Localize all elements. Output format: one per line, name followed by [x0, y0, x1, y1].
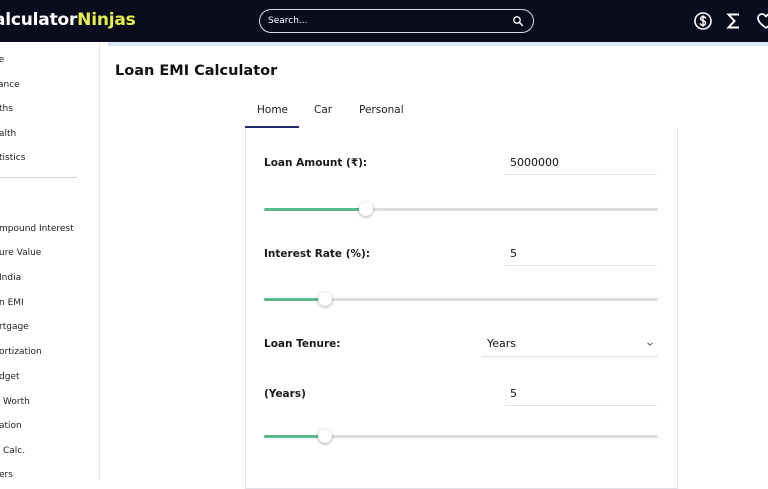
search-input[interactable]	[268, 13, 503, 29]
loan-amount-input[interactable]: 5000000	[505, 151, 657, 175]
sidebar-item[interactable]: Calc.	[3, 446, 25, 456]
interest-rate-label: Interest Rate (%):	[264, 248, 371, 260]
dollar-icon[interactable]	[693, 11, 713, 31]
interest-rate-input[interactable]: 5	[505, 242, 657, 266]
sidebar-item[interactable]: ortization	[0, 347, 42, 357]
sidebar-item[interactable]: rtgage	[0, 322, 29, 332]
sidebar-divider	[0, 177, 77, 178]
sidebar-item[interactable]: ers	[0, 470, 13, 480]
sidebar-item[interactable]: ation	[0, 421, 22, 431]
sidebar-item[interactable]: Worth	[3, 397, 30, 407]
sidebar-item[interactable]: me	[0, 55, 4, 65]
search-box[interactable]	[259, 9, 534, 33]
sidebar-item[interactable]: ance	[0, 80, 20, 90]
slider-fill	[264, 298, 326, 301]
loan-tenure-selected: Years	[487, 337, 517, 350]
loan-amount-slider[interactable]	[264, 202, 658, 216]
slider-thumb[interactable]	[318, 292, 333, 306]
interest-rate-slider[interactable]	[264, 292, 658, 306]
years-value: 5	[510, 387, 517, 400]
sidebar-item[interactable]: n EMI	[0, 298, 24, 308]
sidebar-item[interactable]: tistics	[0, 153, 25, 163]
sidebar-item[interactable]: ths	[0, 104, 13, 114]
app-header: alculatorNinjas	[0, 0, 768, 42]
logo-text: alculator	[0, 10, 78, 30]
loan-tenure-select[interactable]: Years	[482, 332, 658, 357]
heart-icon[interactable]	[756, 11, 768, 31]
years-label: (Years)	[264, 388, 306, 400]
sidebar-item[interactable]: India	[0, 273, 21, 283]
sidebar-item[interactable]: dget	[0, 372, 20, 382]
tab-personal[interactable]: Personal	[359, 104, 404, 116]
years-input[interactable]: 5	[505, 382, 657, 406]
interest-rate-value: 5	[510, 247, 517, 260]
logo[interactable]: alculatorNinjas	[0, 10, 136, 30]
chevron-down-icon	[647, 342, 653, 346]
search-icon[interactable]	[512, 15, 524, 27]
sidebar: me ance ths alth tistics mpound Interest…	[0, 42, 100, 480]
active-tab-indicator	[245, 126, 299, 128]
sidebar-item[interactable]: alth	[0, 129, 16, 139]
tab-home[interactable]: Home	[257, 104, 288, 116]
loan-amount-value: 5000000	[510, 156, 559, 169]
slider-fill	[264, 208, 367, 211]
slider-fill	[264, 435, 326, 438]
years-slider[interactable]	[264, 429, 658, 443]
header-accent-bar	[108, 42, 768, 46]
slider-thumb[interactable]	[359, 202, 374, 216]
page-title: Loan EMI Calculator	[115, 63, 278, 79]
loan-tenure-label: Loan Tenure:	[264, 338, 341, 350]
tab-car[interactable]: Car	[314, 104, 332, 116]
sigma-icon[interactable]	[724, 11, 744, 31]
sidebar-item[interactable]: ure Value	[0, 248, 41, 258]
loan-amount-label: Loan Amount (₹):	[264, 157, 368, 169]
slider-thumb[interactable]	[318, 429, 333, 443]
sidebar-item[interactable]: mpound Interest	[0, 224, 74, 234]
logo-accent-text: Ninjas	[77, 10, 136, 30]
